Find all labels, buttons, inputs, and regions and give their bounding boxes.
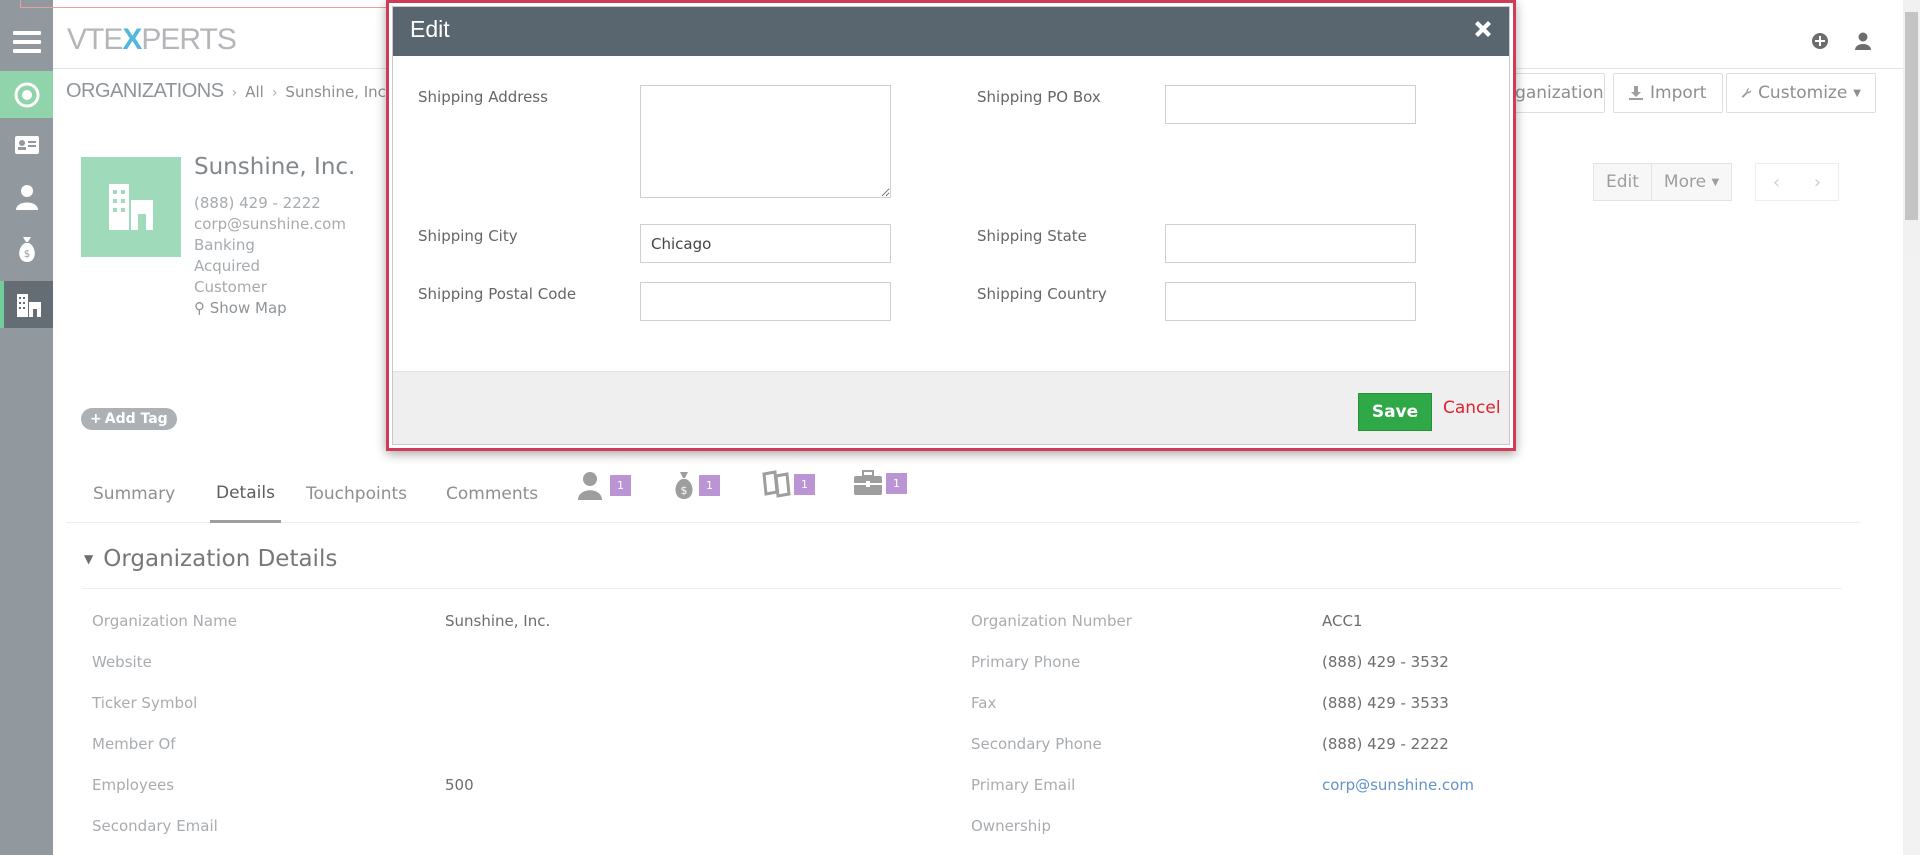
shipping-address-textarea[interactable] <box>640 85 891 198</box>
modal-content: Edit Shipping Address Shipping PO Box Sh… <box>392 6 1510 445</box>
save-button[interactable]: Save <box>1358 393 1432 431</box>
cancel-link[interactable]: Cancel <box>1443 398 1501 418</box>
edit-modal: Edit Shipping Address Shipping PO Box Sh… <box>386 0 1516 451</box>
modal-footer: Save Cancel <box>393 371 1509 444</box>
modal-body: Shipping Address Shipping PO Box Shippin… <box>393 56 1509 368</box>
shipping-country-input[interactable] <box>1165 282 1416 321</box>
shipping-postal-code-input[interactable] <box>640 282 891 321</box>
modal-title: Edit <box>410 16 450 42</box>
shipping-state-label: Shipping State <box>977 227 1087 245</box>
modal-header: Edit <box>393 7 1509 56</box>
shipping-city-label: Shipping City <box>418 227 518 245</box>
shipping-city-input[interactable] <box>640 224 891 263</box>
shipping-po-box-label: Shipping PO Box <box>977 88 1101 106</box>
shipping-address-label: Shipping Address <box>418 88 548 106</box>
shipping-state-input[interactable] <box>1165 224 1416 263</box>
shipping-po-box-input[interactable] <box>1165 85 1416 124</box>
close-icon[interactable] <box>1471 17 1495 41</box>
shipping-postal-code-label: Shipping Postal Code <box>418 285 577 303</box>
shipping-country-label: Shipping Country <box>977 285 1107 303</box>
